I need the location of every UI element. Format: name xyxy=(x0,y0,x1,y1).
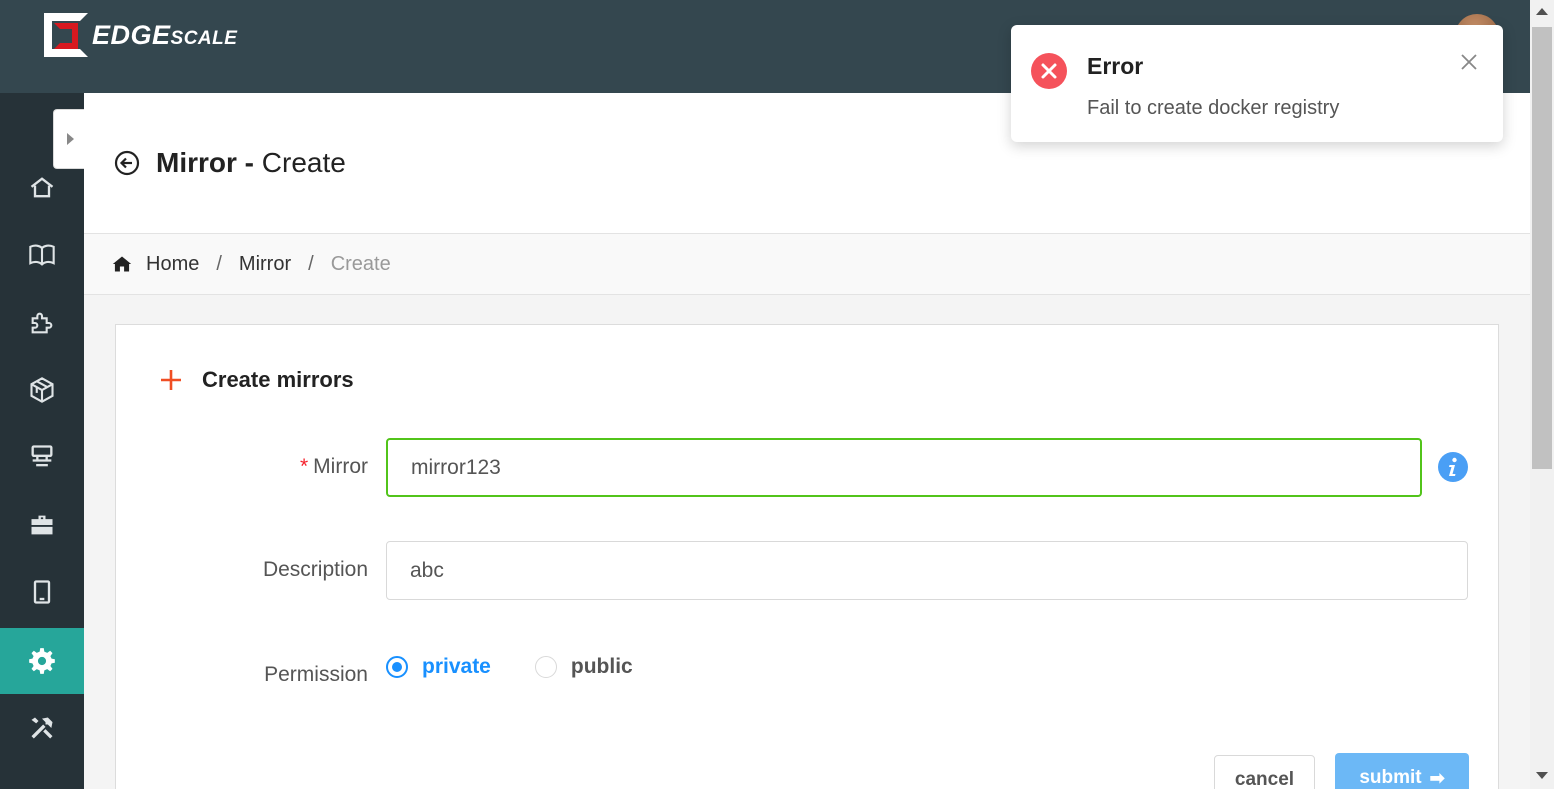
sidebar-item-docs[interactable] xyxy=(0,222,84,288)
gear-icon xyxy=(29,648,55,674)
permission-public-label: public xyxy=(570,655,633,678)
page-title: Mirror - Create xyxy=(156,147,346,179)
mirror-label-text: Mirror xyxy=(313,455,368,478)
mirror-name-input[interactable] xyxy=(386,438,1422,497)
arrow-right-icon: ➡ xyxy=(1429,767,1445,788)
cancel-button[interactable]: cancel xyxy=(1214,755,1315,789)
breadcrumb-home-link[interactable]: Home xyxy=(146,253,199,276)
book-icon xyxy=(29,244,55,266)
cube-icon xyxy=(30,377,54,403)
permission-public-radio[interactable]: public xyxy=(534,655,633,679)
close-icon[interactable] xyxy=(1457,50,1481,74)
scroll-up-arrow-icon[interactable] xyxy=(1536,8,1548,15)
sidebar-item-tools[interactable] xyxy=(0,695,84,761)
caret-right-icon xyxy=(66,133,74,145)
description-label: Description xyxy=(262,558,368,581)
breadcrumb-current: Create xyxy=(330,252,391,275)
radio-private-dot[interactable] xyxy=(386,656,408,678)
mirror-label: * Mirror xyxy=(138,455,368,479)
scroll-down-arrow-icon[interactable] xyxy=(1536,772,1548,779)
sidebar-item-apps[interactable] xyxy=(0,290,84,356)
submit-button-label: submit xyxy=(1359,767,1422,788)
brand-name-sub: SCALE xyxy=(170,27,238,49)
permission-private-radio[interactable]: private xyxy=(386,655,491,679)
page-title-main: Mirror xyxy=(156,147,237,178)
page-title-action: Create xyxy=(261,147,346,178)
tablet-icon xyxy=(33,580,51,604)
logo-mark-icon xyxy=(44,13,88,57)
sidebar xyxy=(0,93,84,789)
description-input[interactable] xyxy=(386,541,1468,600)
card-title: Create mirrors xyxy=(202,367,354,392)
required-mark: * xyxy=(299,455,309,478)
submit-button[interactable]: submit ➡ xyxy=(1335,753,1469,789)
breadcrumb-home-icon xyxy=(112,256,132,272)
server-icon xyxy=(31,445,53,467)
sidebar-item-settings[interactable] xyxy=(0,628,84,694)
info-icon[interactable] xyxy=(1437,451,1469,483)
page-scrollbar[interactable] xyxy=(1530,0,1554,789)
brand-logo[interactable]: EDGE SCALE xyxy=(44,12,237,58)
card-header: Create mirrors xyxy=(160,367,354,393)
breadcrumb-mirror-link[interactable]: Mirror xyxy=(239,253,291,276)
sidebar-item-devices[interactable] xyxy=(0,559,84,625)
permission-private-label: private xyxy=(422,655,491,678)
error-circle-icon xyxy=(1031,53,1067,89)
permission-label: Permission xyxy=(264,663,368,686)
breadcrumb-separator: / xyxy=(308,252,314,275)
home-icon xyxy=(30,177,54,198)
briefcase-icon xyxy=(31,515,53,535)
puzzle-icon xyxy=(31,312,53,334)
breadcrumb-separator: / xyxy=(216,252,222,275)
cancel-button-label: cancel xyxy=(1234,769,1295,789)
sidebar-item-solutions[interactable] xyxy=(0,492,84,558)
sidebar-toggle-button[interactable] xyxy=(53,109,85,169)
breadcrumb: Home / Mirror / Create xyxy=(84,234,1530,295)
brand-name-main: EDGE xyxy=(92,19,171,50)
sidebar-item-packages[interactable] xyxy=(0,357,84,423)
create-mirror-card: Create mirrors *Mirror Description Permi… xyxy=(115,324,1499,789)
brand-name: EDGE SCALE xyxy=(92,20,237,51)
tools-icon xyxy=(31,717,53,739)
permission-radio-group: private public xyxy=(386,655,677,679)
plus-icon xyxy=(161,370,181,390)
scroll-thumb[interactable] xyxy=(1532,27,1552,469)
radio-public-dot[interactable] xyxy=(534,656,557,678)
page-title-separator: - xyxy=(236,147,262,178)
error-notification: Error Fail to create docker registry xyxy=(1011,25,1503,142)
sidebar-item-servers[interactable] xyxy=(0,424,84,490)
notification-title: Error xyxy=(1087,53,1144,79)
notification-message: Fail to create docker registry xyxy=(1087,97,1340,119)
back-arrow-icon[interactable] xyxy=(114,150,140,176)
